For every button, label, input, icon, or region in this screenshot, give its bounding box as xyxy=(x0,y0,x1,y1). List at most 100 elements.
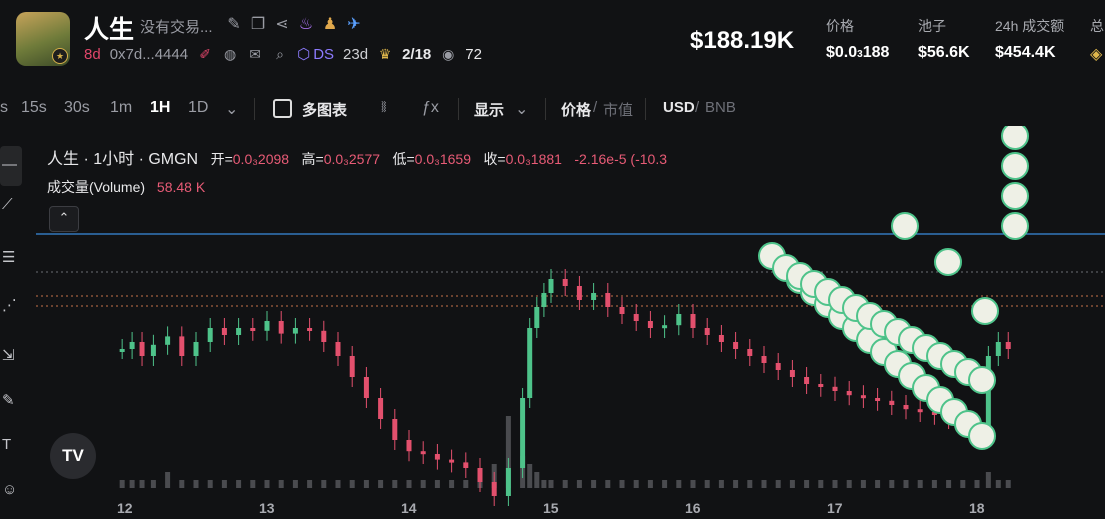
trade-marker-icon xyxy=(1001,212,1029,240)
collapse-legend-button[interactable]: ⌃ xyxy=(49,206,79,232)
volume-bar xyxy=(995,480,1001,488)
volume-bar xyxy=(548,480,554,488)
display-menu[interactable]: 显示 xyxy=(474,99,504,120)
multi-chart-checkbox[interactable] xyxy=(273,99,292,118)
toolbar-divider xyxy=(458,98,459,120)
bnb-toggle[interactable]: BNB xyxy=(705,99,736,116)
trade-marker-icon xyxy=(968,366,996,394)
chevron-down-icon[interactable]: ⌄ xyxy=(225,99,238,119)
market-cap: $188.19K xyxy=(690,27,795,54)
candle-body xyxy=(193,342,199,356)
legend-change: -2.16e-5 (-10.3 xyxy=(574,151,667,167)
volume-bar xyxy=(449,480,455,488)
volume-bar xyxy=(139,480,145,488)
interval-1m[interactable]: 1m xyxy=(110,99,132,117)
trade-marker-icon xyxy=(1001,182,1029,210)
volume-bar xyxy=(165,472,171,488)
candle-body xyxy=(576,286,582,300)
volume-bar xyxy=(321,480,327,488)
legend-close: 收=0.0₃1881 xyxy=(483,151,562,167)
candles-icon[interactable]: ⧚ xyxy=(381,99,387,117)
chat-icon[interactable]: ✉ xyxy=(247,46,263,62)
fire-icon[interactable]: ♨ xyxy=(298,14,314,34)
volume-bar xyxy=(985,472,991,488)
interval-1d[interactable]: 1D xyxy=(188,99,208,117)
candle-body xyxy=(690,314,696,328)
candle-body xyxy=(119,349,125,352)
volume-bar xyxy=(662,480,668,488)
volume-value: 58.48 K xyxy=(156,179,206,195)
pump-icon[interactable]: ✐ xyxy=(197,46,213,62)
pool-value: $56.6K xyxy=(918,44,970,61)
pool-stat: 池子 $56.6K xyxy=(918,16,970,62)
share-icon[interactable]: ⋖ xyxy=(274,14,290,34)
price-value: $0.03188 xyxy=(826,44,890,61)
candle-body xyxy=(406,440,412,452)
candle-body xyxy=(278,321,284,334)
twitter-icon[interactable]: ✈ xyxy=(346,14,362,34)
candle-body xyxy=(562,279,568,286)
tradingview-logo-icon[interactable]: TV xyxy=(50,433,96,479)
volume-bar xyxy=(392,480,398,488)
candle-body xyxy=(378,398,384,419)
volume-bar xyxy=(463,480,469,488)
volume-bar xyxy=(406,480,412,488)
candle-body xyxy=(392,419,398,440)
token-avatar[interactable]: ★ xyxy=(16,12,70,66)
volume-bar xyxy=(250,480,256,488)
search-icon[interactable]: ⌕ xyxy=(272,46,288,62)
volume-bar xyxy=(633,480,639,488)
edit-icon[interactable]: ✎ xyxy=(226,14,242,34)
volume-bar xyxy=(789,480,795,488)
candle-body xyxy=(449,459,455,463)
volume24-value: $454.4K xyxy=(995,44,1056,61)
usd-toggle[interactable]: USD xyxy=(663,99,695,116)
interval-15s[interactable]: 15s xyxy=(21,99,47,117)
candle-body xyxy=(129,342,135,349)
x-tick-label: 17 xyxy=(827,500,843,516)
candle-body xyxy=(619,307,625,314)
price-toggle[interactable]: 价格 xyxy=(561,99,591,120)
candle-body xyxy=(591,293,597,300)
candle-body xyxy=(733,342,739,349)
candle-body xyxy=(527,328,533,398)
copy-icon[interactable]: ❐ xyxy=(250,14,266,34)
x-tick-label: 13 xyxy=(259,500,275,516)
volume-legend: 成交量(Volume) 58.48 K xyxy=(47,177,205,197)
volume-bar xyxy=(647,480,653,488)
candle-body xyxy=(477,468,483,482)
volume-bar xyxy=(434,480,440,488)
mcap-toggle[interactable]: 市值 xyxy=(603,99,633,120)
candle-body xyxy=(662,325,668,329)
candle-body xyxy=(307,328,313,331)
token-actions: ✎ ❐ ⋖ ♨ ♟ ✈ xyxy=(226,14,362,34)
volume-bar xyxy=(747,480,753,488)
interval-s[interactable]: s xyxy=(0,99,8,117)
chart-toolbar: s 15s 30s 1m 1H 1D ⌄ 多图表 ⧚ ƒx 显示 ⌄ 价格 / … xyxy=(0,90,1105,126)
token-address[interactable]: 0x7d...4444 xyxy=(110,46,188,63)
x-tick-label: 12 xyxy=(117,500,133,516)
candle-body xyxy=(264,321,270,331)
community-icon[interactable]: ♟ xyxy=(322,14,338,34)
multi-chart-label[interactable]: 多图表 xyxy=(302,99,347,120)
volume-bar xyxy=(534,472,540,488)
ohlc-legend: 人生 · 1小时 · GMGN 开=0.0₃2098 高=0.0₃2577 低=… xyxy=(47,145,667,169)
volume-bar xyxy=(960,480,966,488)
chart-logo-icon[interactable]: ◍ xyxy=(222,46,238,62)
dexscreener-badge[interactable]: ⬡ DS xyxy=(297,45,334,64)
interval-30s[interactable]: 30s xyxy=(64,99,90,117)
function-icon[interactable]: ƒx xyxy=(422,99,439,117)
candle-body xyxy=(647,321,653,328)
interval-1h[interactable]: 1H xyxy=(150,99,170,117)
candle-body xyxy=(150,344,156,356)
volume-bar xyxy=(605,480,611,488)
candle-body xyxy=(775,363,781,370)
candle-body xyxy=(605,293,611,307)
x-tick-label: 16 xyxy=(685,500,701,516)
chevron-down-icon[interactable]: ⌄ xyxy=(515,99,528,119)
volume-bar xyxy=(562,480,568,488)
candle-body xyxy=(250,328,256,331)
toggle-separator: / xyxy=(695,99,700,116)
volume-bar xyxy=(903,480,909,488)
volume-bar xyxy=(193,480,199,488)
